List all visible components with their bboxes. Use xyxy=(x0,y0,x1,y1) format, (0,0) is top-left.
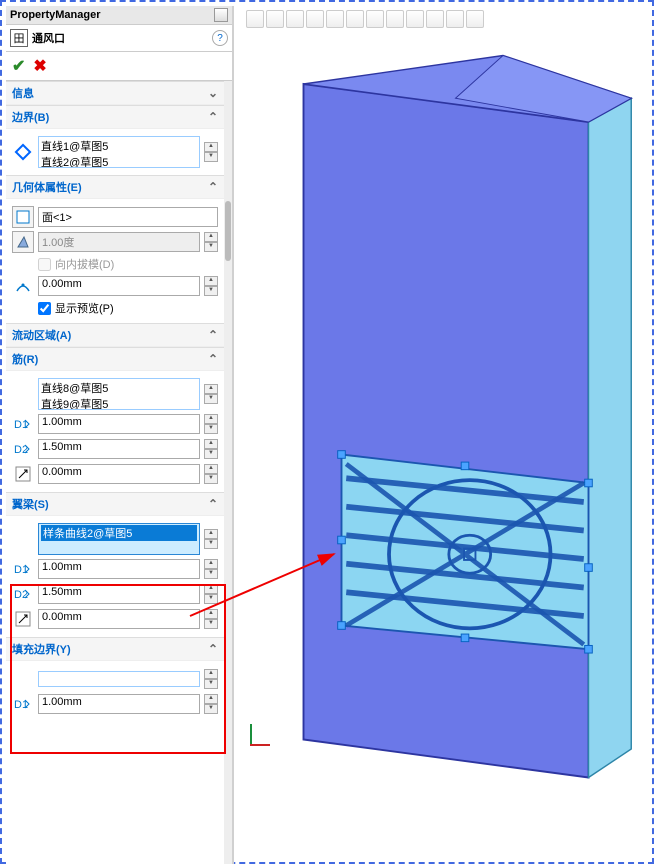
pm-title: PropertyManager xyxy=(10,9,100,21)
section-ribs-header[interactable]: 筋(R)⌃ xyxy=(6,347,224,371)
preview-checkbox[interactable] xyxy=(38,302,51,315)
toolbar-button[interactable] xyxy=(246,10,264,28)
ribs-spin[interactable]: ▲▼ xyxy=(204,384,218,404)
ribs-d3-input[interactable]: 0.00mm xyxy=(38,464,200,484)
chevron-up-icon: ⌃ xyxy=(208,328,218,342)
draft-spin[interactable]: ▲▼ xyxy=(204,232,218,252)
pin-icon[interactable] xyxy=(214,8,228,22)
boundary-spin[interactable]: ▲▼ xyxy=(204,142,218,162)
spars-d3-input[interactable]: 0.00mm xyxy=(38,609,200,629)
face-input[interactable]: 面<1> xyxy=(38,207,218,227)
toolbar-button[interactable] xyxy=(286,10,304,28)
d3-icon xyxy=(12,608,34,630)
spars-d1-input[interactable]: 1.00mm xyxy=(38,559,200,579)
d1-icon: D1 xyxy=(12,413,34,435)
d1-icon: D1 xyxy=(12,558,34,580)
section-flow-header[interactable]: 流动区域(A)⌃ xyxy=(6,323,224,347)
chevron-up-icon: ⌃ xyxy=(208,497,218,511)
chevron-up-icon: ⌃ xyxy=(208,352,218,366)
chevron-up-icon: ⌃ xyxy=(208,180,218,194)
fill-listbox[interactable] xyxy=(38,671,200,687)
toolbar-button[interactable] xyxy=(426,10,444,28)
toolbar-button[interactable] xyxy=(306,10,324,28)
section-geom-header[interactable]: 几何体属性(E)⌃ xyxy=(6,175,224,199)
panel-scrollbar[interactable] xyxy=(224,81,232,864)
help-icon[interactable]: ? xyxy=(212,30,228,46)
section-info-header[interactable]: 信息⌄ xyxy=(6,81,224,105)
cancel-button[interactable]: ✖ xyxy=(33,56,46,76)
ribs-d1-input[interactable]: 1.00mm xyxy=(38,414,200,434)
toolbar-button[interactable] xyxy=(466,10,484,28)
boundary-listbox[interactable]: 直线1@草图5 直线2@草图5 xyxy=(38,136,200,168)
ribs-d2-input[interactable]: 1.50mm xyxy=(38,439,200,459)
toolbar-button[interactable] xyxy=(446,10,464,28)
feature-title: 通风口 xyxy=(32,30,65,46)
diamond-icon xyxy=(12,141,34,163)
toolbar-button[interactable] xyxy=(386,10,404,28)
fill-d1-input[interactable]: 1.00mm xyxy=(38,694,200,714)
section-boundary-header[interactable]: 边界(B)⌃ xyxy=(6,105,224,129)
d2-icon: D2 xyxy=(12,438,34,460)
d2-icon: D2 xyxy=(12,583,34,605)
section-fill-header[interactable]: 填充边界(Y)⌃ xyxy=(6,637,224,661)
graphics-view[interactable] xyxy=(236,6,646,856)
chevron-down-icon: ⌄ xyxy=(208,86,218,100)
offset-icon xyxy=(12,275,34,297)
offset-input[interactable]: 0.00mm xyxy=(38,276,200,296)
ribs-listbox[interactable]: 直线8@草图5 直线9@草图5 xyxy=(38,378,200,410)
draft-input: 1.00度 xyxy=(38,232,200,252)
d1-icon: D1 xyxy=(12,693,34,715)
spars-d2-input[interactable]: 1.50mm xyxy=(38,584,200,604)
face-icon xyxy=(12,206,34,228)
toolbar-button[interactable] xyxy=(266,10,284,28)
toolbar-button[interactable] xyxy=(326,10,344,28)
draft-inward-checkbox xyxy=(38,258,51,271)
offset-spin[interactable]: ▲▼ xyxy=(204,276,218,296)
d3-icon xyxy=(12,463,34,485)
property-manager-panel: PropertyManager 田 通风口 ? ✔ ✖ 信息⌄ 边界(B)⌃ 直… xyxy=(6,6,234,864)
vent-feature-icon: 田 xyxy=(10,29,28,47)
view-toolbar xyxy=(246,8,636,30)
toolbar-button[interactable] xyxy=(366,10,384,28)
spars-listbox[interactable]: 样条曲线2@草图5 xyxy=(38,523,200,555)
toolbar-button[interactable] xyxy=(406,10,424,28)
model-3d xyxy=(256,46,636,787)
view-triad-icon xyxy=(242,716,272,746)
section-spars-header[interactable]: 翼梁(S)⌃ xyxy=(6,492,224,516)
chevron-up-icon: ⌃ xyxy=(208,110,218,124)
toolbar-button[interactable] xyxy=(346,10,364,28)
draft-icon[interactable] xyxy=(12,231,34,253)
accept-button[interactable]: ✔ xyxy=(12,56,25,76)
chevron-up-icon: ⌃ xyxy=(208,642,218,656)
